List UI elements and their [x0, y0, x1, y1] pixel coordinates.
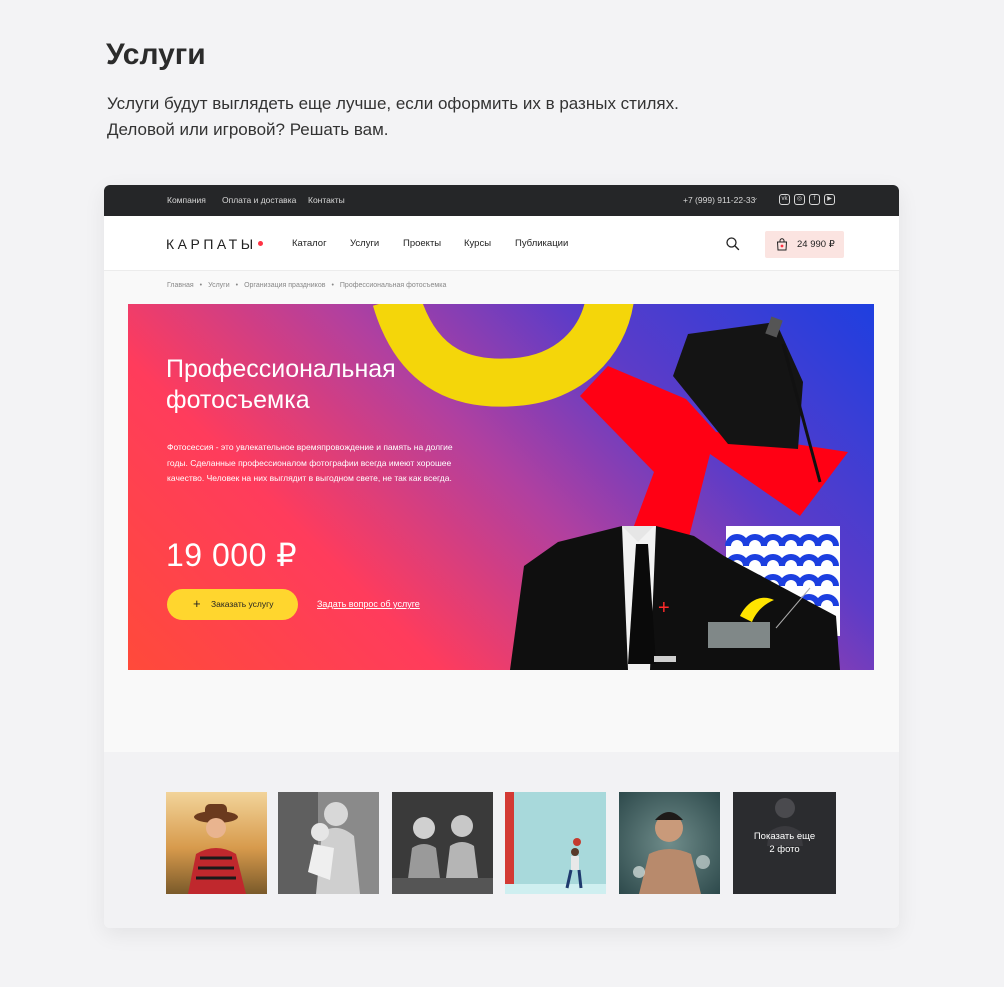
description-line: Услуги будут выглядеть еще лучше, если о…	[107, 94, 679, 113]
facebook-icon[interactable]: f	[809, 194, 820, 205]
nav-item-projects[interactable]: Проекты	[403, 238, 441, 249]
breadcrumb-item[interactable]: Организация праздников	[244, 282, 325, 289]
gallery-thumb-mother-child[interactable]	[278, 792, 379, 894]
breadcrumb-separator: •	[235, 282, 239, 289]
gallery-thumb-man-water[interactable]	[619, 792, 720, 894]
breadcrumb-separator: •	[331, 282, 334, 289]
show-more-line: Показать еще	[753, 831, 816, 842]
photo-gallery: Показать еще 2 фото	[104, 752, 899, 928]
logo-dot	[258, 241, 263, 246]
site-mockup: Компания Оплата и доставка Контакты +7 (…	[104, 185, 899, 928]
nav-item-catalog[interactable]: Каталог	[292, 238, 327, 249]
show-more-label: Показать еще 2 фото	[733, 830, 836, 856]
order-service-button[interactable]: + Заказать услугу	[167, 589, 298, 620]
cart-button[interactable]: 24 990 ₽	[765, 231, 844, 258]
page-description: Услуги будут выглядеть еще лучше, если о…	[107, 91, 747, 143]
breadcrumb-separator: •	[199, 282, 203, 289]
show-more-photos[interactable]: Показать еще 2 фото	[733, 792, 836, 894]
instagram-icon[interactable]: ◎	[794, 194, 805, 205]
hero-title-line: Профессиональная	[166, 355, 396, 383]
nav-item-services[interactable]: Услуги	[350, 238, 379, 249]
service-price: 19 000 ₽	[166, 537, 298, 573]
page-title: Услуги	[106, 38, 206, 71]
gallery-thumb-child-lifted[interactable]	[505, 792, 606, 894]
vk-icon[interactable]: vk	[779, 194, 790, 205]
topbar-link-company[interactable]: Компания	[167, 195, 206, 205]
phone-number[interactable]: +7 (999) 911-22-33	[683, 195, 755, 205]
chevron-down-icon[interactable]: ⌄	[752, 193, 759, 202]
hero-title: Профессиональная фотосъемка	[166, 354, 496, 416]
hero-text-line: годы. Сделанные профессионалом фотографи…	[167, 457, 452, 468]
plus-icon: +	[193, 596, 201, 611]
gallery-thumb-two-girls[interactable]	[392, 792, 493, 894]
description-line: Деловой или игровой? Решать вам.	[107, 120, 389, 139]
breadcrumb-item[interactable]: Главная	[167, 282, 194, 289]
topbar-link-payment-delivery[interactable]: Оплата и доставка	[222, 195, 296, 205]
ask-question-link[interactable]: Задать вопрос об услуге	[317, 599, 420, 609]
nav-item-courses[interactable]: Курсы	[464, 238, 491, 249]
youtube-icon[interactable]: ▶	[824, 194, 835, 205]
shopping-bag-icon	[776, 238, 788, 251]
hero-description: Фотосессия - это увлекательное времяпров…	[167, 440, 487, 487]
order-button-label: Заказать услугу	[211, 599, 274, 609]
logo[interactable]: КАРПАТЫ	[166, 236, 257, 252]
breadcrumb: Главная • Услуги • Организация праздников • Пр…	[167, 282, 446, 289]
breadcrumb-item[interactable]: Услуги	[208, 282, 230, 289]
show-more-line: 2 фото	[769, 844, 800, 855]
gallery-thumb-woman-hat[interactable]	[166, 792, 267, 894]
svg-text:+: +	[658, 597, 670, 619]
search-icon[interactable]	[724, 235, 742, 253]
top-bar: Компания Оплата и доставка Контакты +7 (…	[104, 185, 899, 216]
main-navigation: КАРПАТЫ Каталог Услуги Проекты Курсы Пуб…	[104, 216, 899, 271]
hero-text-line: Фотосессия - это увлекательное времяпров…	[167, 442, 453, 452]
hero-text-line: качество. Человек на них выглядит в выго…	[167, 473, 452, 483]
topbar-link-contacts[interactable]: Контакты	[308, 195, 345, 205]
hero-title-line: фотосъемка	[166, 386, 310, 414]
nav-item-publications[interactable]: Публикации	[515, 238, 568, 249]
breadcrumb-current: Профессиональная фотосъемка	[339, 282, 447, 289]
cart-total: 24 990 ₽	[797, 239, 835, 250]
hero-banner: + Профессиональная фотосъемка Фотосессия…	[128, 304, 874, 670]
